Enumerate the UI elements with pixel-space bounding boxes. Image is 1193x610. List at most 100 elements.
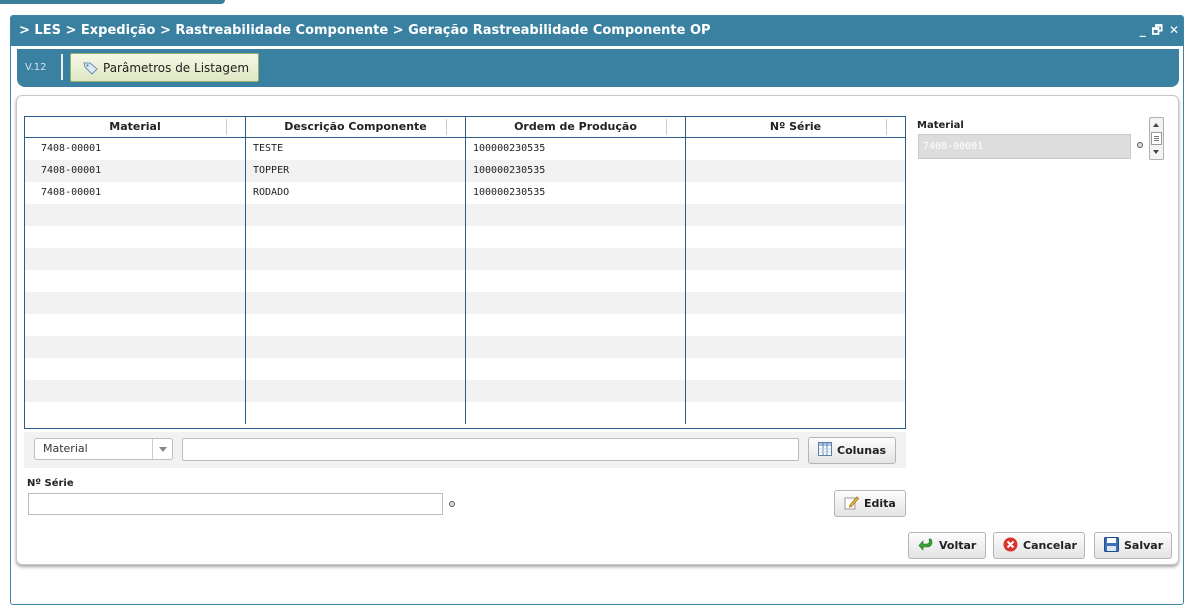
side-scroller[interactable] (1149, 117, 1164, 160)
table-cell (466, 314, 686, 336)
table-cell: 100000230535 (466, 160, 686, 182)
scroll-thumb[interactable] (1151, 132, 1162, 145)
chevron-down-icon[interactable] (152, 439, 172, 459)
toolbar: V.12 Parâmetros de Listagem (17, 49, 1179, 87)
table-cell (686, 160, 905, 182)
breadcrumb-title: > LES > Expedição > Rastreabilidade Comp… (19, 23, 711, 38)
table-cell (25, 380, 246, 402)
column-header-numero-serie[interactable]: Nº Série (686, 117, 905, 138)
table-cell (246, 270, 466, 292)
pencil-icon (844, 495, 860, 513)
back-arrow-icon (918, 537, 934, 554)
columns-icon (818, 442, 832, 459)
column-header-material[interactable]: Material (25, 117, 246, 138)
serie-input[interactable] (28, 493, 443, 515)
minimize-icon[interactable]: _ (1140, 24, 1146, 36)
grid-body: 7408-00001 TESTE 100000230535 7408-00001 TOP… (25, 138, 905, 428)
table-row[interactable] (25, 336, 905, 358)
columns-button[interactable]: Colunas (808, 437, 896, 464)
table-cell (25, 270, 246, 292)
restore-icon[interactable]: 🗗 (1152, 24, 1163, 36)
table-row[interactable] (25, 358, 905, 380)
table-row[interactable] (25, 204, 905, 226)
table-cell (246, 358, 466, 380)
filter-input[interactable] (182, 438, 799, 461)
side-material-field: 7408-00001 (918, 134, 1131, 159)
table-cell: TESTE (246, 138, 466, 160)
table-row[interactable] (25, 380, 905, 402)
table-row[interactable] (25, 292, 905, 314)
table-row[interactable] (25, 248, 905, 270)
edit-button[interactable]: Edita (834, 490, 906, 517)
table-cell (25, 402, 246, 424)
table-cell (246, 204, 466, 226)
table-cell (686, 248, 905, 270)
table-cell: 100000230535 (466, 182, 686, 204)
table-cell (466, 402, 686, 424)
table-cell (466, 204, 686, 226)
table-row[interactable]: 7408-00001 RODADO 100000230535 (25, 182, 905, 204)
content-panel: Material Descrição Componente Ordem de P… (16, 95, 1179, 565)
close-icon[interactable]: ✕ (1169, 24, 1179, 36)
table-cell (25, 314, 246, 336)
side-material-label: Material (917, 120, 964, 131)
filter-column-select[interactable]: Material (34, 438, 173, 460)
table-cell (246, 380, 466, 402)
table-cell (686, 358, 905, 380)
version-label: V.12 (25, 62, 47, 73)
table-cell: 7408-00001 (25, 182, 246, 204)
back-button[interactable]: Voltar (908, 532, 986, 559)
serie-label: Nº Série (27, 478, 74, 489)
scroll-up-icon[interactable] (1150, 118, 1163, 131)
required-indicator-icon (449, 501, 455, 507)
window-controls: _ 🗗 ✕ (1140, 24, 1179, 36)
save-button[interactable]: Salvar (1094, 532, 1172, 559)
table-cell: TOPPER (246, 160, 466, 182)
table-row[interactable] (25, 402, 905, 424)
edit-button-label: Edita (864, 497, 896, 510)
table-cell: 7408-00001 (25, 138, 246, 160)
table-cell (686, 204, 905, 226)
cancel-button-label: Cancelar (1023, 539, 1077, 552)
table-cell (686, 402, 905, 424)
column-header-descricao[interactable]: Descrição Componente (246, 117, 466, 138)
floppy-disk-icon (1104, 536, 1119, 555)
toolbar-divider (61, 54, 63, 80)
listing-parameters-button[interactable]: Parâmetros de Listagem (70, 53, 259, 82)
table-cell (25, 204, 246, 226)
table-cell (25, 292, 246, 314)
tag-icon (83, 61, 98, 75)
table-cell (466, 270, 686, 292)
table-row[interactable] (25, 314, 905, 336)
main-window: > LES > Expedição > Rastreabilidade Comp… (10, 15, 1184, 605)
table-cell: 100000230535 (466, 138, 686, 160)
table-cell (686, 314, 905, 336)
table-cell (246, 226, 466, 248)
table-cell (686, 292, 905, 314)
column-header-ordem-producao[interactable]: Ordem de Produção (466, 117, 686, 138)
back-button-label: Voltar (939, 539, 977, 552)
table-cell (466, 358, 686, 380)
table-cell (466, 380, 686, 402)
table-cell (466, 292, 686, 314)
scroll-down-icon[interactable] (1150, 146, 1163, 159)
table-cell (246, 336, 466, 358)
table-cell (246, 402, 466, 424)
table-cell (25, 248, 246, 270)
table-cell (466, 226, 686, 248)
cancel-button[interactable]: Cancelar (993, 532, 1085, 559)
table-row[interactable]: 7408-00001 TESTE 100000230535 (25, 138, 905, 160)
table-row[interactable]: 7408-00001 TOPPER 100000230535 (25, 160, 905, 182)
listing-parameters-label: Parâmetros de Listagem (103, 60, 250, 75)
filter-column-value: Material (43, 442, 88, 455)
window-titlebar: > LES > Expedição > Rastreabilidade Comp… (11, 16, 1183, 46)
top-accent-strip (0, 0, 225, 4)
table-row[interactable] (25, 270, 905, 292)
table-row[interactable] (25, 226, 905, 248)
table-cell (25, 336, 246, 358)
table-cell (246, 248, 466, 270)
table-cell (25, 358, 246, 380)
cancel-icon (1003, 537, 1018, 555)
table-cell (466, 336, 686, 358)
table-cell (686, 226, 905, 248)
